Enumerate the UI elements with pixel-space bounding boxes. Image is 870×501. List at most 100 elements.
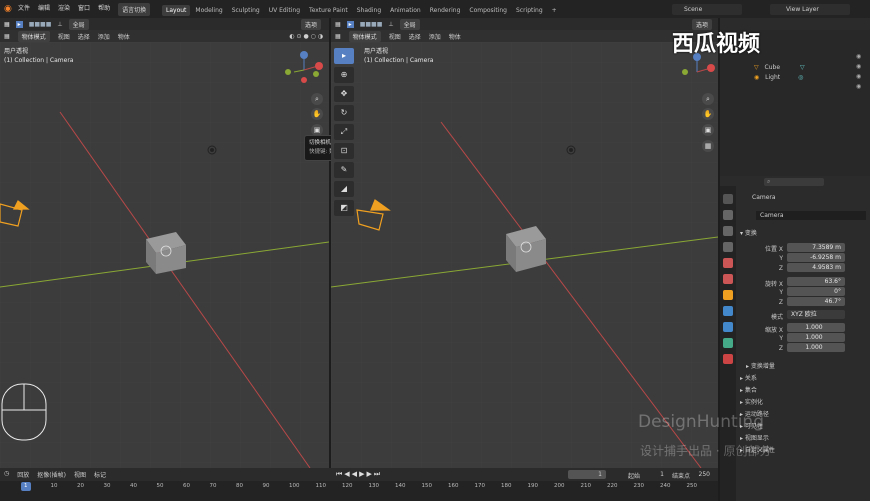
right-select-mode-icons[interactable]: ■■■■ — [360, 21, 383, 28]
properties-search[interactable]: ⌕ — [764, 178, 824, 186]
timeline-menu-playback[interactable]: 回放 — [17, 470, 29, 479]
left-pan-hand-icon[interactable]: ✋ — [311, 108, 323, 120]
add-workspace-icon[interactable]: + — [548, 5, 561, 16]
select-box-icon[interactable]: ▸ — [15, 20, 23, 28]
world-tab-icon[interactable] — [723, 274, 733, 284]
menu-window[interactable]: 窗口 — [78, 3, 90, 16]
outliner-item-light[interactable]: ◉ Light ◎ — [754, 74, 803, 81]
right-global-dropdown[interactable]: 全局 — [399, 18, 420, 30]
language-switch-button[interactable]: 语言切换 — [118, 2, 151, 16]
tab-modeling[interactable]: Modeling — [191, 5, 226, 16]
end-frame-field[interactable]: 250 — [692, 470, 710, 479]
delta-transform-section[interactable]: ▸ 变换增量 — [746, 361, 775, 370]
right-menu-view[interactable]: 视图 — [389, 32, 401, 41]
left-mode-dropdown[interactable]: 物体模式 — [17, 30, 50, 42]
scene-tab-icon[interactable] — [723, 258, 733, 268]
scale-z-field[interactable]: 1.000 — [787, 343, 845, 352]
blender-logo-icon[interactable]: ◉ — [4, 4, 14, 14]
left-options-button[interactable]: 选项 — [300, 18, 321, 30]
timeline-menu-marker[interactable]: 标记 — [94, 470, 106, 479]
playback-controls[interactable]: ⏮◀◀▶▶⏭ — [336, 470, 382, 479]
rotation-mode-dropdown[interactable]: XYZ 欧拉 — [787, 310, 845, 319]
left-editor-type-icon[interactable]: ▦ — [4, 33, 10, 40]
tab-texture-paint[interactable]: Texture Paint — [305, 5, 352, 16]
left-global-dropdown[interactable]: 全局 — [68, 18, 89, 30]
right-zoom-icon[interactable]: ⌕ — [702, 93, 714, 105]
view-layer-selector[interactable]: View Layer — [770, 4, 850, 15]
select-tool-icon[interactable]: ▸ — [334, 48, 354, 64]
right-select-box-icon[interactable]: ▸ — [346, 20, 354, 28]
data-tab-icon[interactable] — [723, 338, 733, 348]
rotation-z-field[interactable]: 46.7° — [787, 297, 845, 306]
right-transform-orientation-icon[interactable]: ⊥ — [388, 21, 393, 28]
tab-sculpting[interactable]: Sculpting — [228, 5, 264, 16]
scale-y-field[interactable]: 1.000 — [787, 333, 845, 342]
location-z-field[interactable]: 4.9583 m — [787, 263, 845, 272]
right-menu-add[interactable]: 添加 — [429, 32, 441, 41]
section-viewport-display[interactable]: ▸ 视图显示 — [740, 433, 769, 442]
object-name-field[interactable]: Camera — [756, 211, 866, 220]
rotation-x-field[interactable]: 63.6° — [787, 277, 845, 286]
right-editor-type-icon[interactable]: ▦ — [335, 21, 341, 28]
section-instancing[interactable]: ▸ 实例化 — [740, 397, 763, 406]
right-pan-hand-icon[interactable]: ✋ — [702, 108, 714, 120]
object-tab-icon[interactable] — [723, 290, 733, 300]
left-menu-view[interactable]: 视图 — [58, 32, 70, 41]
constraints-tab-icon[interactable] — [723, 322, 733, 332]
tool-tab-icon[interactable] — [723, 194, 733, 204]
left-menu-add[interactable]: 添加 — [98, 32, 110, 41]
menu-render[interactable]: 渲染 — [58, 3, 70, 16]
timeline-menu-keying[interactable]: 抠像(插帧) — [37, 470, 66, 479]
cursor-tool-icon[interactable]: ⊕ — [334, 67, 354, 83]
tab-layout[interactable]: Layout — [162, 5, 191, 16]
tab-rendering[interactable]: Rendering — [426, 5, 465, 16]
scale-tool-icon[interactable]: ⤢ — [334, 124, 354, 140]
left-zoom-icon[interactable]: ⌕ — [311, 93, 323, 105]
measure-tool-icon[interactable]: ◢ — [334, 181, 354, 197]
right-menu-object[interactable]: 物体 — [449, 32, 461, 41]
add-cube-tool-icon[interactable]: ◩ — [334, 200, 354, 216]
move-tool-icon[interactable]: ✥ — [334, 86, 354, 102]
tab-scripting[interactable]: Scripting — [512, 5, 547, 16]
location-x-field[interactable]: 7.3589 m — [787, 243, 845, 252]
visibility-eye-icons[interactable]: ◉ ◉ ◉ ◉ — [856, 52, 861, 92]
scale-x-field[interactable]: 1.000 — [787, 323, 845, 332]
right-mode-dropdown[interactable]: 物体模式 — [348, 30, 381, 42]
tab-compositing[interactable]: Compositing — [465, 5, 511, 16]
physics-tab-icon[interactable] — [723, 306, 733, 316]
left-3d-viewport[interactable]: 用户透视 (1) Collection | Camera ⌕ ✋ ▣ — [0, 42, 329, 468]
left-shading-icons[interactable]: ◐ ⊙ ● ○ ◑ — [289, 33, 323, 40]
rotate-tool-icon[interactable]: ↻ — [334, 105, 354, 121]
transform-orientation-icon[interactable]: ⊥ — [57, 21, 62, 28]
menu-edit[interactable]: 编辑 — [38, 3, 50, 16]
scene-selector[interactable]: Scene — [672, 4, 742, 15]
current-frame-field[interactable]: 1 — [568, 470, 606, 479]
render-tab-icon[interactable] — [723, 210, 733, 220]
view-layer-tab-icon[interactable] — [723, 242, 733, 252]
right-3d-viewport[interactable]: 用户透视 (1) Collection | Camera ⌕ ✋ ▣ ▦ — [331, 42, 718, 468]
location-y-field[interactable]: -6.9258 m — [787, 253, 845, 262]
transform-section-header[interactable]: ▾ 变换 — [740, 228, 757, 237]
start-frame-field[interactable]: 1 — [642, 470, 664, 479]
menu-file[interactable]: 文件 — [18, 3, 30, 16]
select-mode-icons[interactable]: ■■■■ — [29, 21, 52, 28]
section-relations[interactable]: ▸ 关系 — [740, 373, 757, 382]
right-grid-view-icon[interactable]: ▦ — [702, 140, 714, 152]
tab-shading[interactable]: Shading — [353, 5, 385, 16]
menu-help[interactable]: 帮助 — [98, 3, 110, 16]
left-menu-object[interactable]: 物体 — [118, 32, 130, 41]
editor-type-icon[interactable]: ▦ — [4, 21, 10, 28]
section-collections[interactable]: ▸ 集合 — [740, 385, 757, 394]
outliner-item-cube[interactable]: ▽ Cube ▽ — [754, 64, 805, 71]
right-menu-select[interactable]: 选择 — [409, 32, 421, 41]
material-tab-icon[interactable] — [723, 354, 733, 364]
annotate-tool-icon[interactable]: ✎ — [334, 162, 354, 178]
right-camera-view-icon[interactable]: ▣ — [702, 124, 714, 136]
rotation-y-field[interactable]: 0° — [787, 287, 845, 296]
right-editor-icon[interactable]: ▦ — [335, 33, 341, 40]
timeline-editor-icon[interactable]: ◷ — [4, 470, 9, 479]
tab-uv-editing[interactable]: UV Editing — [265, 5, 304, 16]
transform-tool-icon[interactable]: ⊡ — [334, 143, 354, 159]
output-tab-icon[interactable] — [723, 226, 733, 236]
tab-animation[interactable]: Animation — [386, 5, 425, 16]
